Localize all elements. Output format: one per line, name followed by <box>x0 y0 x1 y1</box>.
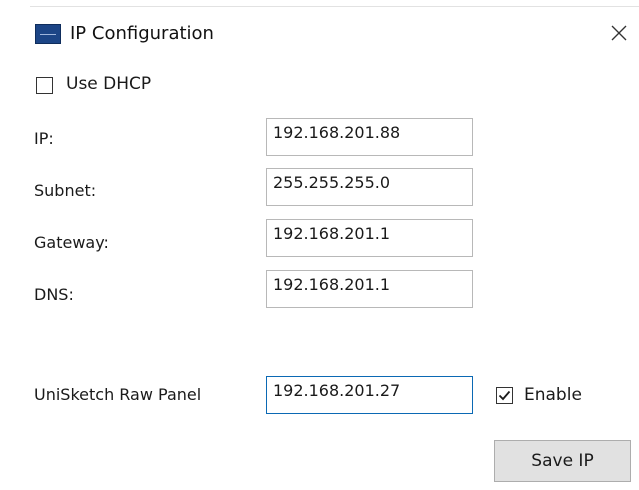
close-icon <box>611 25 627 41</box>
use-dhcp-checkbox[interactable] <box>36 77 53 94</box>
subnet-label: Subnet: <box>34 181 97 200</box>
gateway-input[interactable]: 192.168.201.1 <box>266 219 473 257</box>
ip-input[interactable]: 192.168.201.88 <box>266 118 473 156</box>
save-ip-button[interactable]: Save IP <box>494 440 631 482</box>
ip-configuration-dialog: IP Configuration Use DHCP IP: 192.168.20… <box>0 0 639 490</box>
close-button[interactable] <box>604 18 634 48</box>
gateway-label: Gateway: <box>34 233 109 252</box>
enable-checkbox[interactable] <box>496 387 513 404</box>
app-logo-icon <box>35 24 61 44</box>
checkmark-icon <box>498 390 511 401</box>
dns-value: 192.168.201.1 <box>273 275 391 294</box>
subnet-input[interactable]: 255.255.255.0 <box>266 168 473 206</box>
gateway-value: 192.168.201.1 <box>273 224 391 243</box>
ip-label: IP: <box>34 129 54 148</box>
dialog-title: IP Configuration <box>70 23 214 44</box>
subnet-value: 255.255.255.0 <box>273 173 391 192</box>
enable-label: Enable <box>524 385 582 405</box>
dns-label: DNS: <box>34 285 74 304</box>
use-dhcp-label: Use DHCP <box>66 74 152 94</box>
unisketch-raw-panel-input[interactable]: 192.168.201.27 <box>266 376 473 414</box>
unisketch-raw-panel-label: UniSketch Raw Panel <box>34 385 202 404</box>
title-bar-divider <box>30 6 639 7</box>
unisketch-raw-panel-value: 192.168.201.27 <box>273 381 401 400</box>
dns-input[interactable]: 192.168.201.1 <box>266 270 473 308</box>
ip-value: 192.168.201.88 <box>273 123 401 142</box>
